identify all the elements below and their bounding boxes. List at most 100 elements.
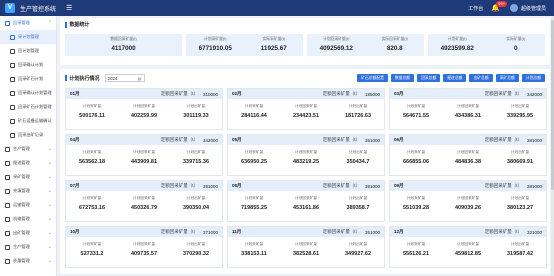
month-metric: 计划回采矿量 402259.99 <box>118 104 170 119</box>
month-label: 10月 <box>70 229 80 234</box>
sidebar-subitem[interactable]: 回计划管理 <box>0 44 56 58</box>
action-button[interactable]: 回采总额 <box>417 74 441 82</box>
month-card: 02月 定额回采矿量（t） 185000 计划采矿量 284116.44 计划回采矿量 23… <box>227 88 385 130</box>
month-label: 08月 <box>232 183 242 188</box>
month-card: 01月 定额回采矿量（t） 310000 计划采矿量 500176.11 计划回采矿量 40… <box>65 88 223 130</box>
metric-label: 计划采矿量 <box>82 150 102 154</box>
plan-label: 定额回采矿量（t） <box>160 183 198 188</box>
metric-value: 636950.25 <box>241 159 267 165</box>
month-card-header: 12月 定额回采矿量（t） 321000 <box>390 227 546 237</box>
menu-icon <box>5 230 10 236</box>
metric-label: 计划回采矿量 <box>132 196 156 200</box>
month-label: 12月 <box>394 229 404 234</box>
month-card: 10月 定额回采矿量（t） 371000 计划采矿量 527331.2 计划回采矿量 409… <box>65 226 223 268</box>
menu-toggle-icon[interactable]: ☰ <box>66 4 72 12</box>
metric-label: 计划采矿量 <box>82 104 102 108</box>
metric-label: 计划出矿量 <box>348 104 368 108</box>
plan-title: 计划执行情况 <box>65 75 100 82</box>
stat-cell: 计划采矿量(t) 6771910.05 <box>186 34 245 56</box>
sidebar-item[interactable]: 出矿管理 ⌄ <box>0 226 56 240</box>
sidebar-subitem[interactable]: 矿石设备运输确认 <box>0 114 56 128</box>
stat-cell: 实际回采矿量(t) 820.8 <box>366 34 425 56</box>
action-button[interactable]: 出矿总额 <box>469 74 493 82</box>
chevron-down-icon: ⌄ <box>47 188 52 194</box>
plan-value: 371000 <box>202 229 218 235</box>
metric-label: 计划回采矿量 <box>456 150 480 154</box>
stat-value: 820.8 <box>386 45 403 52</box>
sidebar-subitem[interactable]: 回采确认计划 <box>0 58 56 72</box>
metric-value: 181726.63 <box>345 113 371 119</box>
stat-label: 计划矿量(t) <box>447 37 467 41</box>
chevron-up-icon: ⌃ <box>47 20 52 26</box>
stat-label: 实际采矿量(t) <box>262 37 286 41</box>
sidebar-group-huicai[interactable]: 回采管理 ⌃ <box>0 16 56 30</box>
sidebar-item[interactable]: 生产管理 ⌄ <box>0 142 56 156</box>
plan-value: 381000 <box>526 183 542 189</box>
chevron-down-icon: ⌄ <box>47 160 52 166</box>
stat-label: 实际回采矿量(t) <box>381 37 408 41</box>
plan-value: 351000 <box>364 229 380 235</box>
month-card-header: 10月 定额回采矿量（t） 371000 <box>66 227 222 237</box>
plan-value: 351000 <box>364 137 380 143</box>
month-metric: 计划出矿量 390350.04 <box>170 196 222 211</box>
bell-icon[interactable]: 🔔 99+ <box>491 1 508 12</box>
sidebar-item[interactable]: 质量管理 ⌄ <box>0 254 56 268</box>
sidebar-item[interactable]: 机电管理 ⌄ <box>0 212 56 226</box>
month-card-body: 计划采矿量 500176.11 计划回采矿量 402259.99 计划出矿量 301119… <box>66 99 222 119</box>
month-card: 08月 定额回采矿量（t） 381000 计划采矿量 719855.25 计划回采矿量 45… <box>227 180 385 222</box>
sidebar-subitem[interactable]: 回采确认计划管理 <box>0 86 56 100</box>
avatar[interactable] <box>509 4 518 12</box>
month-metric: 计划采矿量 500176.11 <box>66 104 118 119</box>
sidebar-subitem[interactable]: 回采出矿记录 <box>0 128 56 142</box>
chevron-down-icon: ⌄ <box>47 174 52 180</box>
sidebar-subitem[interactable]: 回采矿石计划 <box>0 72 56 86</box>
action-button[interactable]: 采矿总额 <box>495 74 519 82</box>
month-card-header: 05月 定额回采矿量（t） 351000 <box>228 135 384 145</box>
action-button[interactable]: 数据总额 <box>390 74 415 82</box>
sidebar-item-label: 机电管理 <box>13 216 30 221</box>
month-card-header: 08月 定额回采矿量（t） 381000 <box>228 181 384 191</box>
folder-icon <box>5 20 10 26</box>
sidebar-item[interactable]: 充填管理 ⌄ <box>0 184 56 198</box>
sidebar-item[interactable]: 运输管理 ⌄ <box>0 198 56 212</box>
user-name[interactable]: 超级管理员 <box>521 5 546 12</box>
sidebar-subitem[interactable]: 采计划管理 <box>0 30 56 44</box>
sidebar-item[interactable]: 掘进管理 ⌄ <box>0 156 56 170</box>
metric-label: 计划采矿量 <box>82 242 102 246</box>
action-button[interactable]: 计划总额 <box>521 74 545 82</box>
stat-value: 6771910.05 <box>198 45 232 52</box>
metric-value: 350434.7 <box>346 159 370 165</box>
action-button[interactable]: 矿石总额配置 <box>357 74 388 82</box>
stat-cell: 数据回采矿量(t) 4117000 <box>65 34 182 56</box>
metric-label: 计划出矿量 <box>510 242 530 246</box>
plan-value: 381000 <box>364 183 380 189</box>
sidebar-item[interactable]: 采矿管理 ⌄ <box>0 170 56 184</box>
doc-icon <box>10 34 15 40</box>
menu-icon <box>5 202 10 208</box>
metric-label: 计划采矿量 <box>406 196 426 200</box>
doc-icon <box>10 118 15 124</box>
stats-panel: 数据统计 数据回采矿量(t) 4117000 计划采矿量(t) 6771910.05 实… <box>60 18 550 65</box>
sidebar-item[interactable]: 生产管理 ⌄ <box>0 240 56 254</box>
sidebar-subitem[interactable]: 回采矿石计划管理 <box>0 100 56 114</box>
metric-value: 390350.04 <box>183 205 209 211</box>
menu-icon <box>5 216 10 222</box>
metric-label: 计划出矿量 <box>348 150 368 154</box>
sidebar-item-label: 生产管理 <box>13 146 30 151</box>
main-content: 数据统计 数据回采矿量(t) 4117000 计划采矿量(t) 6771910.05 实… <box>60 18 550 274</box>
metric-label: 计划出矿量 <box>510 104 530 108</box>
month-metric: 计划回采矿量 434386.31 <box>442 104 494 119</box>
month-metric: 计划采矿量 636950.25 <box>228 150 280 165</box>
metric-label: 计划出矿量 <box>348 196 368 200</box>
action-button[interactable]: 掘进总额 <box>443 74 467 82</box>
sidebar-subitem-label: 回采矿石计划管理 <box>18 104 52 109</box>
metric-value: 380123.27 <box>507 205 533 211</box>
chevron-down-icon: ⌄ <box>47 216 52 222</box>
metric-value: 380669.91 <box>507 159 533 165</box>
metric-value: 402259.99 <box>131 113 157 119</box>
workspace-link[interactable]: 工作台 <box>468 5 483 12</box>
metric-label: 计划回采矿量 <box>294 150 318 154</box>
year-picker[interactable]: 2024 ▦ <box>104 74 145 82</box>
metric-value: 382528.61 <box>293 251 319 257</box>
month-card: 12月 定额回采矿量（t） 321000 计划采矿量 556126.21 计划回采矿量 45… <box>389 226 547 268</box>
